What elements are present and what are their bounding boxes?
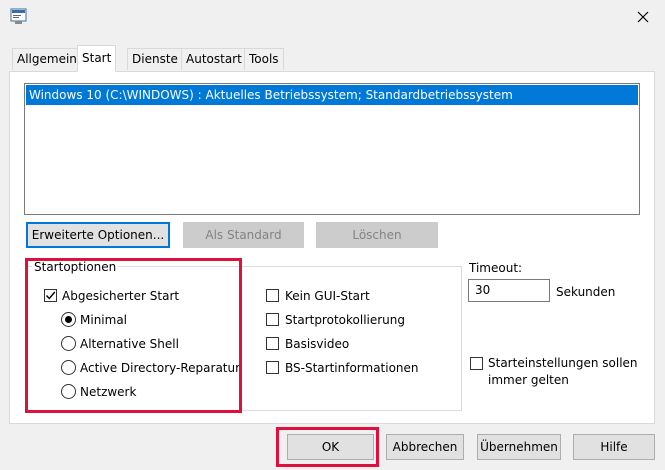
radio-minimal[interactable]: [61, 312, 76, 327]
radio-active-directory-repair[interactable]: [61, 360, 76, 375]
ok-button[interactable]: OK: [287, 434, 374, 460]
close-icon: [637, 11, 649, 23]
no-gui-boot-label: Kein GUI-Start: [285, 289, 370, 303]
help-button[interactable]: Hilfe: [573, 434, 655, 460]
close-button[interactable]: [628, 4, 658, 30]
make-permanent-label-line2: immer gelten: [488, 373, 569, 387]
radio-network[interactable]: [61, 384, 76, 399]
make-permanent-label-line1: Starteinstellungen sollen: [488, 356, 638, 370]
timeout-unit-label: Sekunden: [556, 285, 616, 299]
radio-network-label: Netzwerk: [80, 385, 137, 399]
tab-allgemein[interactable]: Allgemein: [12, 48, 82, 70]
base-video-checkbox[interactable]: [266, 337, 279, 350]
cancel-button[interactable]: Abbrechen: [386, 434, 464, 460]
timeout-input[interactable]: 30: [468, 279, 550, 302]
no-gui-boot-checkbox[interactable]: [266, 289, 279, 302]
tab-start[interactable]: Start: [77, 45, 117, 72]
radio-active-directory-repair-label: Active Directory-Reparatur: [80, 361, 241, 375]
timeout-label: Timeout:: [469, 261, 523, 275]
radio-alternative-shell-label: Alternative Shell: [80, 337, 179, 351]
radio-minimal-label: Minimal: [80, 313, 128, 327]
apply-button[interactable]: Übernehmen: [477, 434, 561, 460]
boot-log-checkbox[interactable]: [266, 313, 279, 326]
checkmark-icon: [45, 291, 56, 300]
base-video-label: Basisvideo: [285, 337, 350, 351]
tab-tools[interactable]: Tools: [244, 48, 284, 70]
radio-alternative-shell[interactable]: [61, 336, 76, 351]
make-permanent-checkbox[interactable]: [470, 357, 483, 370]
safe-boot-checkbox[interactable]: [44, 289, 57, 302]
tab-autostart[interactable]: Autostart: [181, 48, 247, 70]
os-list-item[interactable]: Windows 10 (C:\WINDOWS) : Aktuelles Betr…: [26, 85, 638, 105]
os-boot-info-label: BS-Startinformationen: [285, 361, 419, 375]
advanced-options-button[interactable]: Erweiterte Optionen...: [26, 222, 170, 248]
os-boot-info-checkbox[interactable]: [266, 361, 279, 374]
tab-dienste[interactable]: Dienste: [127, 48, 183, 70]
boot-options-label: Startoptionen: [32, 260, 119, 274]
msconfig-icon: [10, 8, 28, 25]
set-default-button[interactable]: Als Standard: [183, 222, 304, 248]
boot-log-label: Startprotokollierung: [285, 313, 405, 327]
delete-button[interactable]: Löschen: [316, 222, 438, 248]
safe-boot-label: Abgesicherter Start: [62, 289, 180, 303]
os-listbox[interactable]: Windows 10 (C:\WINDOWS) : Aktuelles Betr…: [24, 83, 640, 215]
